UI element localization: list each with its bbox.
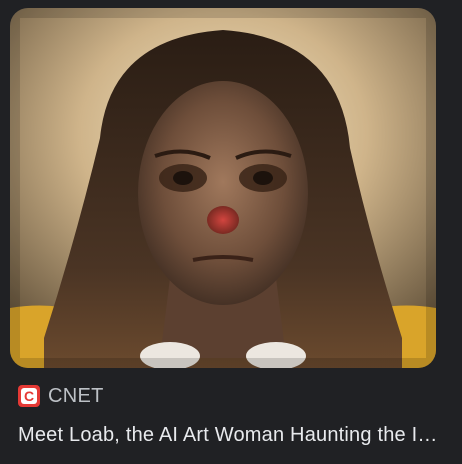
cnet-logo-icon: C <box>18 385 40 407</box>
article-thumbnail[interactable] <box>10 8 436 368</box>
source-name: CNET <box>48 384 104 407</box>
news-card[interactable]: C CNET Meet Loab, the AI Art Woman Haunt… <box>0 0 462 464</box>
source-row[interactable]: C CNET <box>18 384 104 408</box>
article-title[interactable]: Meet Loab, the AI Art Woman Haunting the… <box>18 424 438 447</box>
